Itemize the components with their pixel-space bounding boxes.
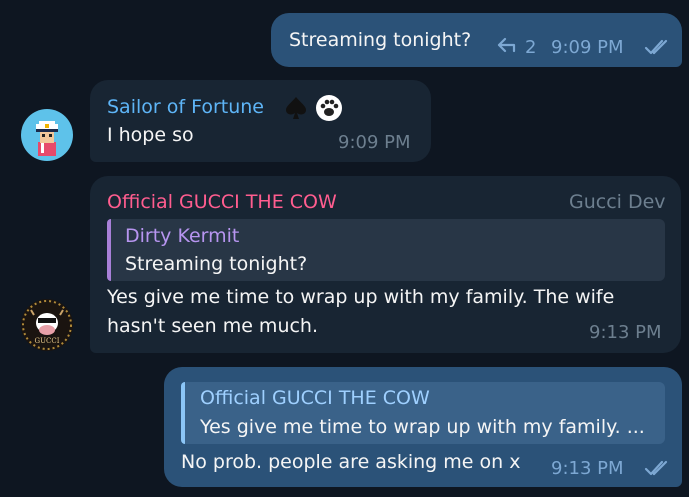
incoming-message-2[interactable]: Sailor of Fortune I hope so 9:09 PM: [90, 80, 431, 162]
outgoing-message-4[interactable]: Official GUCCI THE COW Yes give me time …: [164, 367, 682, 487]
reply-text: Streaming tonight?: [125, 253, 308, 275]
message-time: 9:09 PM: [338, 132, 411, 153]
outgoing-message-1[interactable]: Streaming tonight? 2 9:09 PM: [271, 13, 682, 67]
reply-preview[interactable]: Official GUCCI THE COW Yes give me time …: [181, 382, 665, 444]
sender-name[interactable]: Official GUCCI THE COW: [107, 191, 337, 213]
avatar-label: GUCCI: [34, 337, 60, 345]
read-checkmarks-icon: [644, 39, 672, 59]
avatar-gucci-the-cow[interactable]: GUCCI: [21, 299, 73, 351]
message-time: 9:09 PM: [551, 37, 624, 58]
message-text-line-2: hasn't seen me much.: [107, 315, 319, 337]
sender-name[interactable]: Sailor of Fortune: [107, 96, 264, 118]
spade-icon: [283, 95, 309, 125]
reply-sender-name: Official GUCCI THE COW: [200, 387, 430, 409]
avatar-sailor-of-fortune[interactable]: [21, 109, 73, 161]
admin-badge: Gucci Dev: [569, 191, 666, 213]
message-text-line-1: Yes give me time to wrap up with my fami…: [107, 286, 615, 308]
message-time: 9:13 PM: [551, 458, 624, 479]
message-text: No prob. people are asking me on x: [181, 451, 521, 473]
reply-preview[interactable]: Dirty Kermit Streaming tonight?: [107, 219, 665, 281]
reply-text: Yes give me time to wrap up with my fami…: [200, 416, 645, 438]
reply-bar: [181, 382, 185, 444]
message-time: 9:13 PM: [589, 322, 662, 343]
reply-sender-name: Dirty Kermit: [125, 225, 240, 247]
incoming-message-3[interactable]: Official GUCCI THE COW Gucci Dev Dirty K…: [90, 176, 681, 353]
message-text: I hope so: [107, 124, 194, 146]
reply-bar: [107, 219, 111, 281]
read-checkmarks-icon: [644, 460, 672, 480]
paw-icon: [315, 94, 343, 126]
message-text: Streaming tonight?: [289, 29, 472, 51]
reply-arrow-icon[interactable]: [497, 37, 517, 57]
replies-count[interactable]: 2: [525, 37, 536, 58]
